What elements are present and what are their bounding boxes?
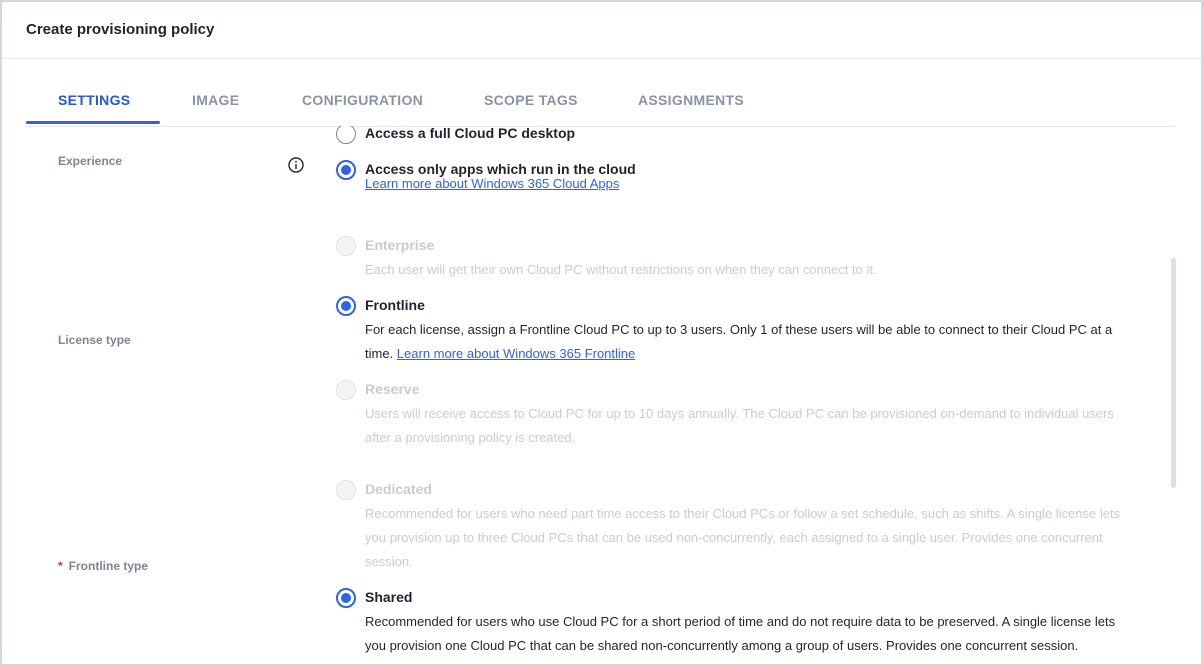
radio-reserve bbox=[336, 380, 356, 400]
frontline-type-label: * Frontline type bbox=[58, 559, 149, 573]
tab-settings[interactable]: SETTINGS bbox=[58, 92, 130, 108]
option-description: Recommended for users who need part time… bbox=[365, 506, 1121, 569]
active-tab-indicator bbox=[26, 121, 160, 124]
option-label: Enterprise bbox=[365, 237, 435, 253]
info-icon[interactable] bbox=[288, 157, 304, 173]
dialog: Create provisioning policy SETTINGS IMAG… bbox=[0, 0, 1203, 666]
radio-shared[interactable] bbox=[336, 588, 356, 608]
page-title: Create provisioning policy bbox=[26, 21, 215, 38]
option-label: Shared bbox=[365, 589, 413, 605]
scrollbar-thumb[interactable] bbox=[1171, 258, 1176, 488]
tab-bar: SETTINGS IMAGE CONFIGURATION SCOPE TAGS … bbox=[26, 84, 1176, 127]
license-type-label: License type bbox=[58, 333, 131, 347]
radio-frontline[interactable] bbox=[336, 296, 356, 316]
experience-label: Experience bbox=[58, 154, 123, 168]
tab-image[interactable]: IMAGE bbox=[192, 92, 239, 108]
option-description: For each license, assign a Frontline Clo… bbox=[365, 322, 1113, 361]
radio-enterprise bbox=[336, 236, 356, 256]
settings-panel: Experience Access a full Cloud PC deskto… bbox=[26, 126, 1176, 664]
option-label: Frontline bbox=[365, 297, 425, 313]
option-label: Dedicated bbox=[365, 481, 432, 497]
option-description: Recommended for users who use Cloud PC f… bbox=[365, 614, 1116, 653]
learn-more-frontline-link[interactable]: Learn more about Windows 365 Frontline bbox=[397, 346, 635, 361]
option-description: Users will receive access to Cloud PC fo… bbox=[365, 406, 1114, 445]
option-label: Reserve bbox=[365, 381, 420, 397]
tab-assignments[interactable]: ASSIGNMENTS bbox=[638, 92, 744, 108]
radio-cloud-apps[interactable] bbox=[336, 160, 356, 180]
radio-dedicated bbox=[336, 480, 356, 500]
tab-configuration[interactable]: CONFIGURATION bbox=[302, 92, 423, 108]
radio-full-desktop[interactable] bbox=[336, 126, 356, 144]
required-marker: * bbox=[58, 559, 63, 573]
option-label: Access a full Cloud PC desktop bbox=[365, 126, 576, 141]
option-description: Each user will get their own Cloud PC wi… bbox=[365, 262, 877, 277]
dialog-header: Create provisioning policy bbox=[2, 2, 1201, 59]
learn-more-cloud-apps-link[interactable]: Learn more about Windows 365 Cloud Apps bbox=[365, 176, 619, 191]
tab-scope-tags[interactable]: SCOPE TAGS bbox=[484, 92, 578, 108]
